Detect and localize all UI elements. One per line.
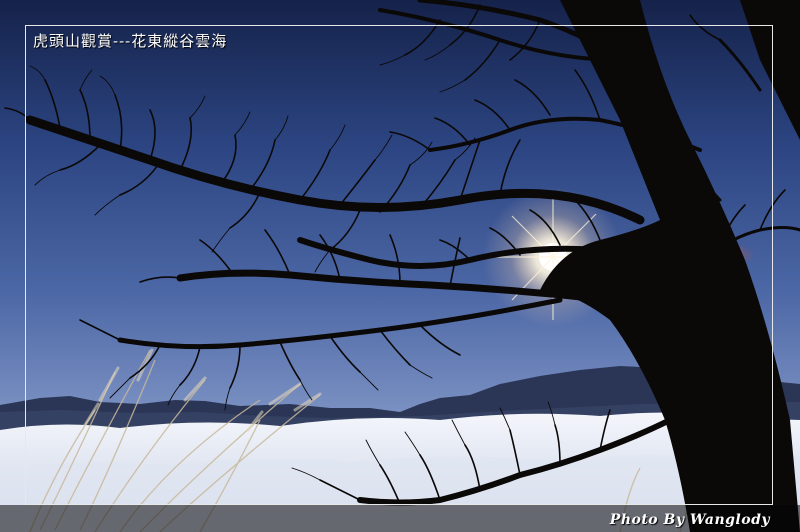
landscape-photo	[0, 0, 800, 532]
photo-credit: Photo By Wanglody	[609, 512, 770, 528]
photo-title: 虎頭山觀賞---花東縱谷雲海	[33, 32, 228, 50]
photo-frame: 虎頭山觀賞---花東縱谷雲海 Photo By Wanglody	[0, 0, 800, 532]
